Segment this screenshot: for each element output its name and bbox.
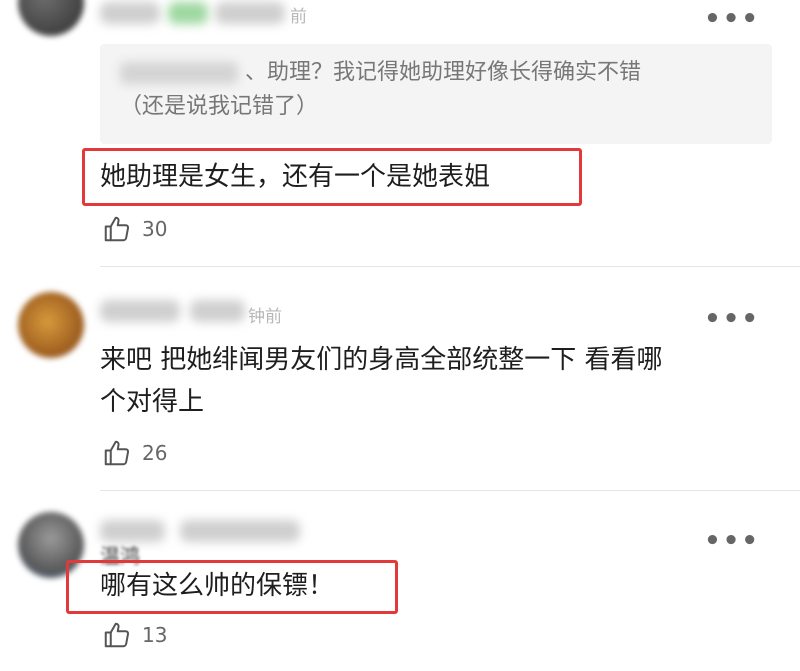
quoted-username-blurred: [120, 62, 238, 84]
avatar[interactable]: [18, 292, 84, 358]
username-blurred[interactable]: [100, 300, 180, 322]
username-blurred[interactable]: [100, 2, 160, 24]
like-count: 13: [142, 623, 168, 647]
comment-item: 前 ••• 、助理？我记得她助理好像长得确实不错 （还是说我记错了） 她助理是女…: [0, 0, 800, 270]
thumbs-up-icon: [104, 440, 130, 466]
thumbs-up-icon: [104, 622, 130, 648]
badge-blurred: [168, 2, 208, 24]
comment-item: 钟前 ••• 来吧 把她绯闻男友们的身高全部统整一下 看看哪 个对得上 26: [0, 270, 800, 491]
meta-blurred: [215, 2, 285, 24]
meta-blurred: [180, 520, 300, 542]
username-blurred[interactable]: [100, 520, 165, 542]
more-dots-icon[interactable]: •••: [704, 306, 760, 332]
comment-text: 她助理是女生，还有一个是她表姐: [100, 162, 491, 192]
comment-text-line1: 来吧 把她绯闻男友们的身高全部统整一下 看看哪: [100, 345, 663, 375]
comment-time: 钟前: [248, 307, 282, 327]
quoted-text-line2: （还是说我记错了）: [120, 94, 319, 119]
comment-text-line2: 个对得上: [100, 387, 205, 417]
quoted-reply[interactable]: 、助理？我记得她助理好像长得确实不错 （还是说我记错了）: [100, 44, 772, 144]
thumbs-up-icon: [104, 216, 130, 242]
quoted-text-line1: 、助理？我记得她助理好像长得确实不错: [245, 60, 642, 85]
divider: [100, 266, 800, 267]
like-button[interactable]: 26: [102, 437, 167, 469]
like-count: 26: [142, 441, 168, 465]
comment-item: 温鸿 ••• 哪有这么帅的保镖！ 13: [0, 490, 800, 671]
like-count: 30: [142, 217, 168, 241]
like-button[interactable]: 30: [102, 213, 167, 245]
more-dots-icon[interactable]: •••: [704, 528, 760, 554]
meta-blurred: [190, 300, 245, 322]
more-dots-icon[interactable]: •••: [704, 6, 760, 32]
comment-text: 哪有这么帅的保镖！: [100, 571, 335, 601]
like-button[interactable]: 13: [102, 619, 167, 651]
comment-time: 前: [290, 7, 307, 27]
avatar[interactable]: [18, 0, 84, 36]
